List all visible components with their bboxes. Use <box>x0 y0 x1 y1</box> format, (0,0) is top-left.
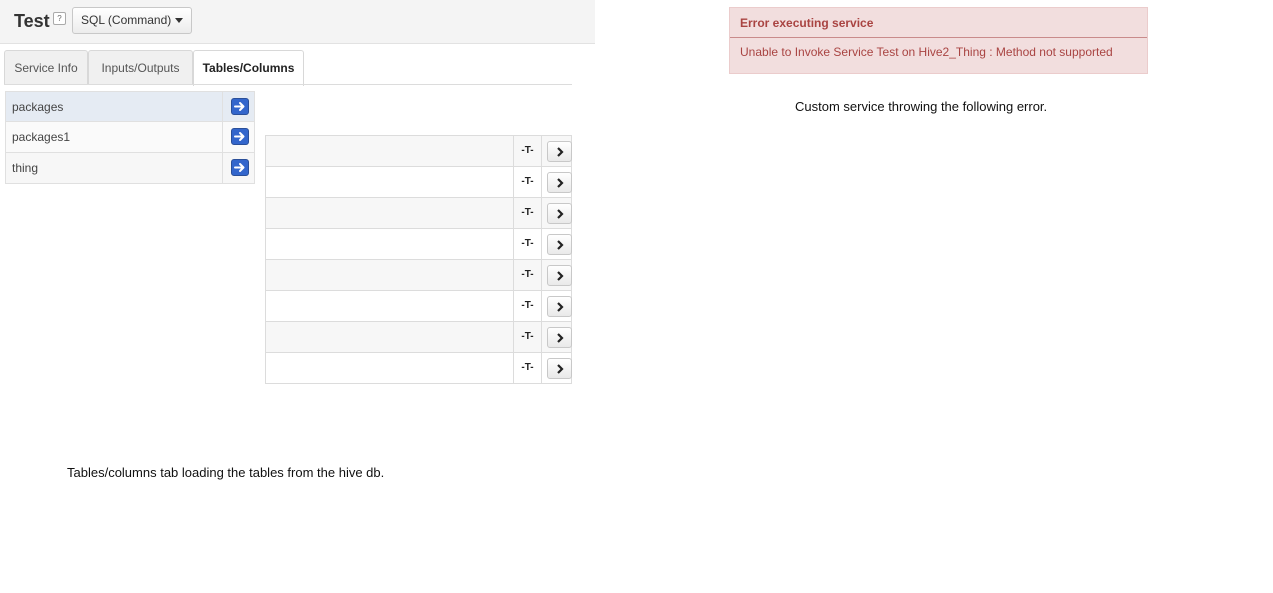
column-action-cell <box>542 260 573 290</box>
tab-service-info[interactable]: Service Info <box>4 50 88 85</box>
column-name-redacted <box>266 291 514 321</box>
tab-tables-columns[interactable]: Tables/Columns <box>193 50 304 86</box>
column-name-redacted <box>266 260 514 290</box>
error-divider <box>730 37 1147 38</box>
service-title: Test <box>14 11 50 31</box>
arrow-right-icon[interactable] <box>231 128 249 145</box>
help-icon[interactable]: ? <box>53 12 66 25</box>
service-type-dropdown[interactable]: SQL (Command) <box>72 7 193 34</box>
caret-down-icon <box>175 18 184 23</box>
column-name-redacted <box>266 322 514 352</box>
column-row[interactable]: -T- <box>265 136 572 167</box>
text-type-icon: -T- <box>514 291 542 321</box>
column-row[interactable]: -T- <box>265 167 572 198</box>
service-header: Test ? SQL (Command) <box>0 0 595 44</box>
column-action-cell <box>542 229 573 259</box>
service-type-label: SQL (Command) <box>81 13 172 27</box>
arrow-right-icon[interactable] <box>231 159 249 176</box>
table-name: thing <box>12 161 39 175</box>
text-type-icon: -T- <box>514 167 542 197</box>
chevron-right-icon[interactable] <box>547 327 572 348</box>
tab-inputs-outputs[interactable]: Inputs/Outputs <box>88 50 193 85</box>
column-row[interactable]: -T- <box>265 198 572 229</box>
table-row-packages1[interactable]: packages1 <box>5 122 255 153</box>
table-name: packages <box>12 100 64 114</box>
column-name-redacted <box>266 167 514 197</box>
text-type-icon: -T- <box>514 353 542 383</box>
column-row[interactable]: -T- <box>265 291 572 322</box>
tab-divider <box>4 84 572 85</box>
error-title: Error executing service <box>740 16 874 30</box>
column-row[interactable]: -T- <box>265 260 572 291</box>
column-action-cell <box>542 198 573 228</box>
text-type-icon: -T- <box>514 229 542 259</box>
arrow-right-icon[interactable] <box>231 98 249 115</box>
error-message: Unable to Invoke Service Test on Hive2_T… <box>740 45 1113 59</box>
chevron-right-icon[interactable] <box>547 265 572 286</box>
column-row[interactable]: -T- <box>265 353 572 384</box>
chevron-right-icon[interactable] <box>547 141 572 162</box>
error-alert: Error executing service Unable to Invoke… <box>729 7 1148 74</box>
column-action-cell <box>542 353 573 383</box>
column-name-redacted <box>266 353 514 383</box>
table-go-cell <box>222 153 254 183</box>
chevron-right-icon[interactable] <box>547 358 572 379</box>
text-type-icon: -T- <box>514 322 542 352</box>
column-action-cell <box>542 136 573 166</box>
column-action-cell <box>542 322 573 352</box>
table-go-cell <box>222 122 254 152</box>
table-go-cell <box>222 92 254 122</box>
chevron-right-icon[interactable] <box>547 172 572 193</box>
chevron-right-icon[interactable] <box>547 234 572 255</box>
table-row-thing[interactable]: thing <box>5 153 255 184</box>
column-row[interactable]: -T- <box>265 322 572 353</box>
text-type-icon: -T- <box>514 136 542 166</box>
text-type-icon: -T- <box>514 260 542 290</box>
column-action-cell <box>542 291 573 321</box>
table-row-packages[interactable]: packages <box>5 91 255 122</box>
column-name-redacted <box>266 136 514 166</box>
caption-custom-service: Custom service throwing the following er… <box>795 99 1048 114</box>
chevron-right-icon[interactable] <box>547 203 572 224</box>
caption-tables-columns: Tables/columns tab loading the tables fr… <box>67 465 385 480</box>
text-type-icon: -T- <box>514 198 542 228</box>
table-name: packages1 <box>12 130 71 144</box>
column-row[interactable]: -T- <box>265 229 572 260</box>
column-name-redacted <box>266 229 514 259</box>
tables-list: packages packages1 thing <box>5 91 255 184</box>
columns-grid: -T- -T- -T- -T- -T- -T- -T- -T- <box>265 135 572 384</box>
column-name-redacted <box>266 198 514 228</box>
chevron-right-icon[interactable] <box>547 296 572 317</box>
column-action-cell <box>542 167 573 197</box>
